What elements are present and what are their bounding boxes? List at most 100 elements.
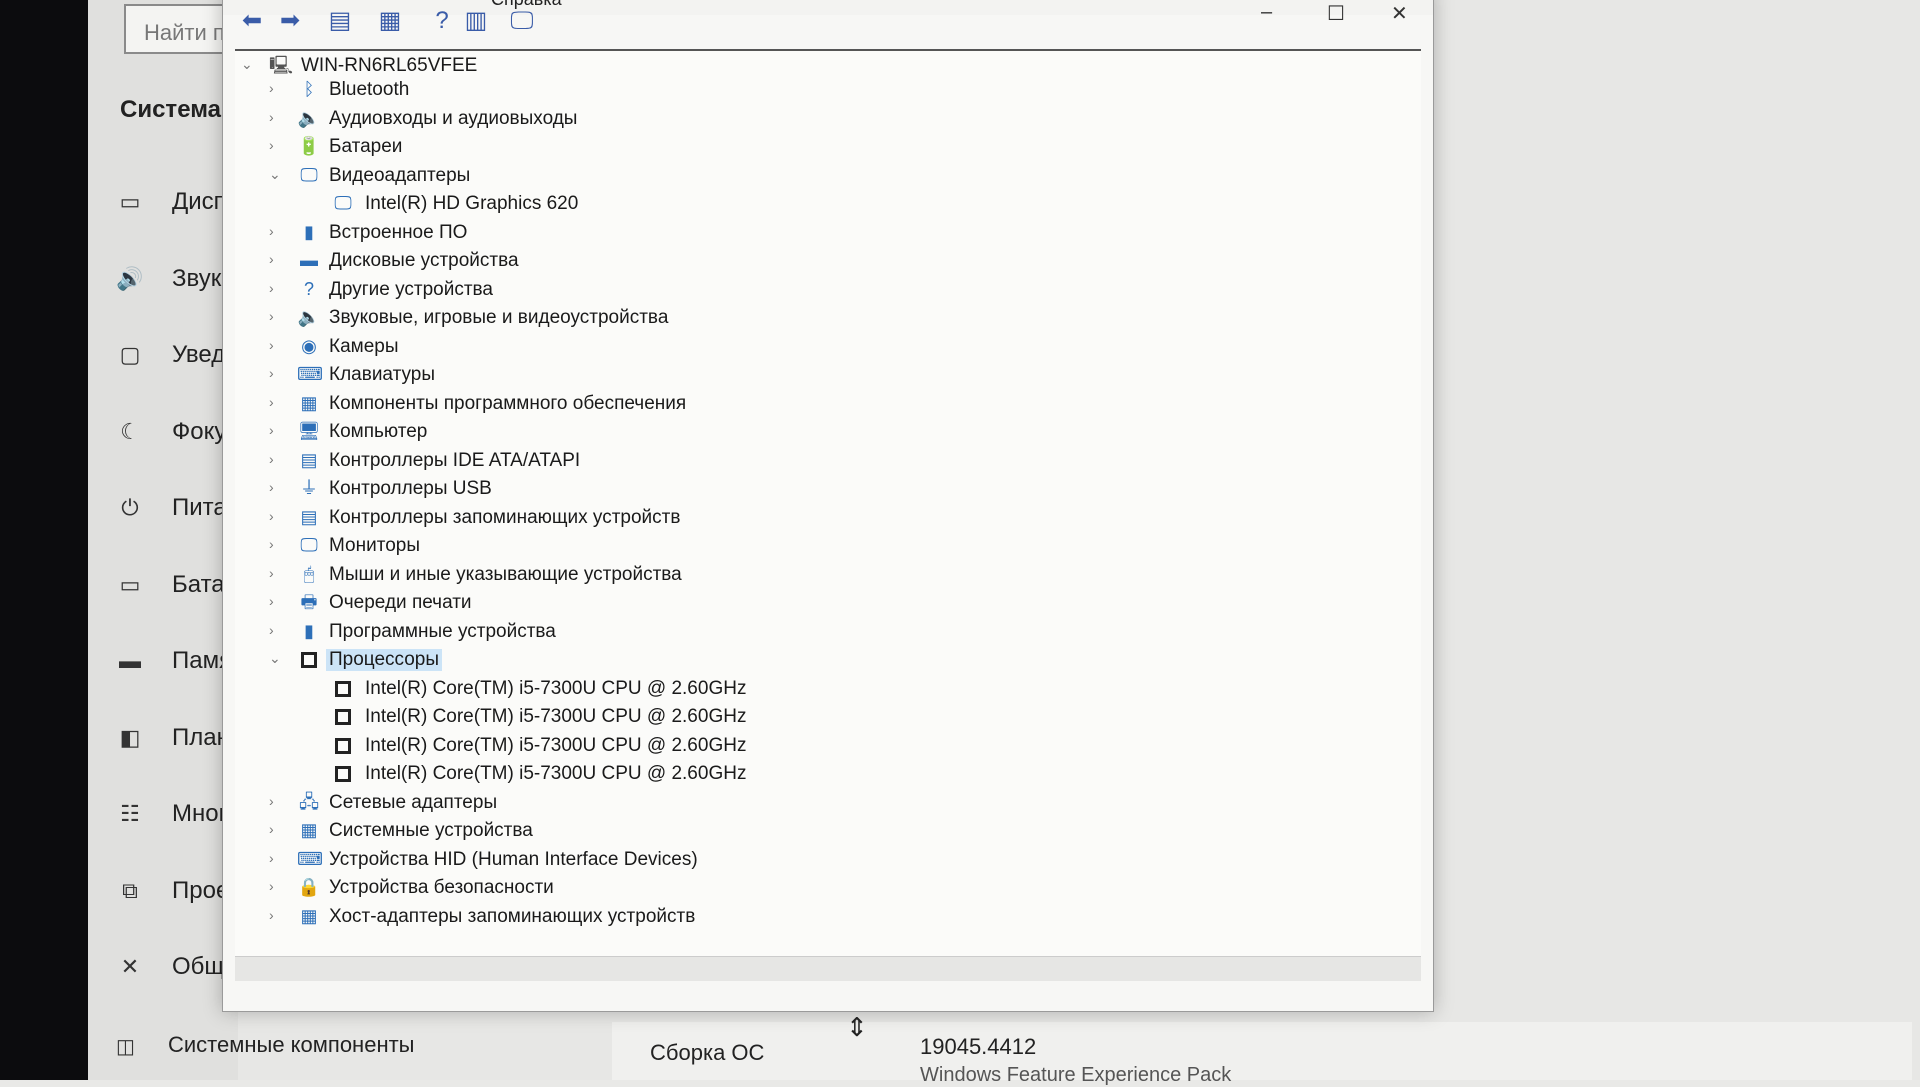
maximize-button[interactable]: ☐: [1327, 1, 1345, 26]
computer-icon: 🖳: [269, 55, 294, 75]
nav-item-label: Пита: [172, 494, 227, 521]
nav-item-3[interactable]: ☾ Фоку: [116, 414, 236, 454]
battery-icon: ▭: [119, 571, 141, 597]
chevron-down-icon[interactable]: ⌄: [269, 166, 285, 183]
nav-item-label: Общ: [172, 953, 225, 980]
chevron-right-icon[interactable]: ›: [269, 251, 285, 267]
processor-icon: [297, 648, 321, 670]
tree-node-label: Мыши и иные указывающие устройства: [329, 563, 682, 585]
tree-node-label: Клавиатуры: [329, 364, 436, 385]
nav-item-6[interactable]: ▬ Памя: [116, 643, 236, 683]
tree-node-label: Процессоры: [326, 649, 443, 671]
chevron-right-icon[interactable]: ›: [269, 394, 285, 410]
chevron-right-icon[interactable]: ›: [269, 337, 285, 353]
monitor-icon: 🖵: [300, 535, 318, 555]
software-devices-icon: ▮: [304, 620, 314, 641]
multitasking-icon: ☷: [120, 801, 140, 826]
help-icon[interactable]: ?: [425, 5, 459, 37]
ide-controller-icon: ▤: [300, 449, 318, 470]
settings-section-title: Система: [120, 96, 222, 123]
device-tree[interactable]: ⌄ 🖳 WIN-RN6RL65VFEE › ᛒ Bluetooth › 🔈 Аудиовх…: [235, 49, 1421, 981]
chevron-right-icon[interactable]: ›: [269, 280, 285, 296]
display-adapter-icon: 🖵: [300, 164, 318, 185]
update-icon[interactable]: ▦: [373, 5, 407, 37]
view-icon[interactable]: ▥: [459, 5, 493, 37]
chevron-right-icon[interactable]: ›: [269, 479, 285, 495]
tree-node-label: Дисковые устройства: [329, 250, 519, 271]
focus-moon-icon: ☾: [120, 418, 140, 444]
close-button[interactable]: ✕: [1391, 1, 1408, 26]
chevron-right-icon[interactable]: ›: [269, 308, 285, 324]
horizontal-scrollbar[interactable]: [235, 956, 1421, 981]
camera-icon: ◉: [301, 335, 317, 356]
nav-item-label: Увед: [172, 341, 226, 368]
device-manager-window: Справка – ☐ ✕ ⬅ ➡ ▤ ▦ ? ▥ 🖵 ⌄ 🖳 WIN-RN6R…: [222, 0, 1434, 1012]
storage-controller-icon: ▤: [300, 506, 318, 527]
nav-item-8[interactable]: ☷ Мног: [116, 796, 236, 836]
properties-icon[interactable]: ▤: [323, 5, 357, 37]
tree-node-label: Сетевые адаптеры: [329, 791, 498, 813]
chevron-right-icon[interactable]: ›: [269, 451, 285, 467]
os-experience-pack: Windows Feature Experience Pack: [920, 1064, 1232, 1086]
chevron-down-icon[interactable]: ⌄: [241, 56, 257, 73]
chevron-right-icon[interactable]: ›: [269, 793, 285, 809]
tree-child-label: Intel(R) Core(TM) i5-7300U CPU @ 2.60GHz: [365, 706, 747, 727]
nav-item-0[interactable]: ▭ Дисп: [116, 184, 236, 224]
tree-node-label: Звуковые, игровые и видеоустройства: [329, 307, 669, 328]
nav-item-7[interactable]: ◧ План: [116, 720, 236, 760]
minimize-button[interactable]: –: [1261, 1, 1272, 24]
nav-item-5[interactable]: ▭ Батар: [116, 567, 236, 607]
chevron-right-icon[interactable]: ›: [269, 850, 285, 866]
monitor-icon[interactable]: 🖵: [505, 5, 539, 37]
chevron-right-icon[interactable]: ›: [269, 907, 285, 923]
chevron-right-icon[interactable]: ›: [269, 536, 285, 552]
chevron-right-icon[interactable]: ›: [269, 821, 285, 837]
chevron-right-icon[interactable]: ›: [269, 593, 285, 609]
chevron-right-icon[interactable]: ›: [269, 422, 285, 438]
tree-node-label: Мониторы: [329, 535, 420, 556]
tree-node-label: Программные устройства: [329, 620, 556, 642]
chevron-right-icon[interactable]: ›: [269, 508, 285, 524]
tree-node-label: Другие устройства: [329, 278, 493, 300]
nav-item-9[interactable]: ⧉ Прое: [116, 873, 236, 913]
nav-item-4[interactable]: ⏻ Пита: [116, 490, 236, 530]
tree-node-label: Камеры: [329, 335, 399, 357]
chevron-right-icon[interactable]: ›: [269, 223, 285, 239]
chevron-right-icon[interactable]: ›: [269, 878, 285, 894]
chevron-right-icon[interactable]: ›: [269, 109, 285, 125]
keyboard-icon: ⌨: [297, 364, 323, 384]
chevron-down-icon[interactable]: ⌄: [269, 650, 285, 667]
chevron-right-icon[interactable]: ›: [269, 137, 285, 153]
nav-item-10[interactable]: ✕ Общ: [116, 949, 236, 989]
storage-icon: ▬: [119, 648, 141, 673]
os-build-value: 19045.4412: [920, 1034, 1037, 1059]
tree-node-label: Компоненты программного обеспечения: [329, 392, 687, 414]
os-build-label: Сборка ОС: [650, 1040, 765, 1065]
chevron-right-icon[interactable]: ›: [269, 565, 285, 581]
back-icon[interactable]: ⬅: [235, 5, 269, 37]
bluetooth-icon: ᛒ: [303, 79, 315, 99]
forward-icon[interactable]: ➡: [273, 5, 307, 37]
toolbar: ⬅ ➡ ▤ ▦ ? ▥ 🖵: [235, 5, 635, 45]
nav-item-label: Прое: [172, 876, 230, 904]
tree-node-label: Компьютер: [329, 421, 428, 442]
tree-child-label: Intel(R) Core(TM) i5-7300U CPU @ 2.60GHz: [365, 677, 747, 699]
about-panel: [612, 1022, 1912, 1080]
chevron-right-icon[interactable]: ›: [269, 365, 285, 381]
chevron-right-icon[interactable]: ›: [269, 622, 285, 638]
hid-icon: ⌨: [297, 848, 323, 869]
tree-node-label: Контроллеры USB: [329, 478, 492, 499]
display-icon: ▭: [119, 189, 141, 214]
chevron-right-icon[interactable]: ›: [269, 80, 285, 96]
nav-item-label: Звук: [172, 264, 222, 292]
print-queue-icon: 🖶: [300, 592, 318, 612]
tree-node-label: Bluetooth: [329, 79, 410, 100]
resize-cursor-icon: ⇕: [846, 1012, 868, 1042]
usb-icon: ⏚: [300, 478, 318, 498]
power-icon: ⏻: [121, 495, 139, 520]
nav-item-2[interactable]: ▢ Увед: [116, 337, 236, 377]
computer-icon: 🖥: [297, 421, 321, 441]
tree-node-label: Системные устройства: [329, 820, 533, 841]
software-components-icon: ▦: [300, 392, 318, 413]
nav-item-1[interactable]: 🔊 Звук: [116, 261, 236, 301]
